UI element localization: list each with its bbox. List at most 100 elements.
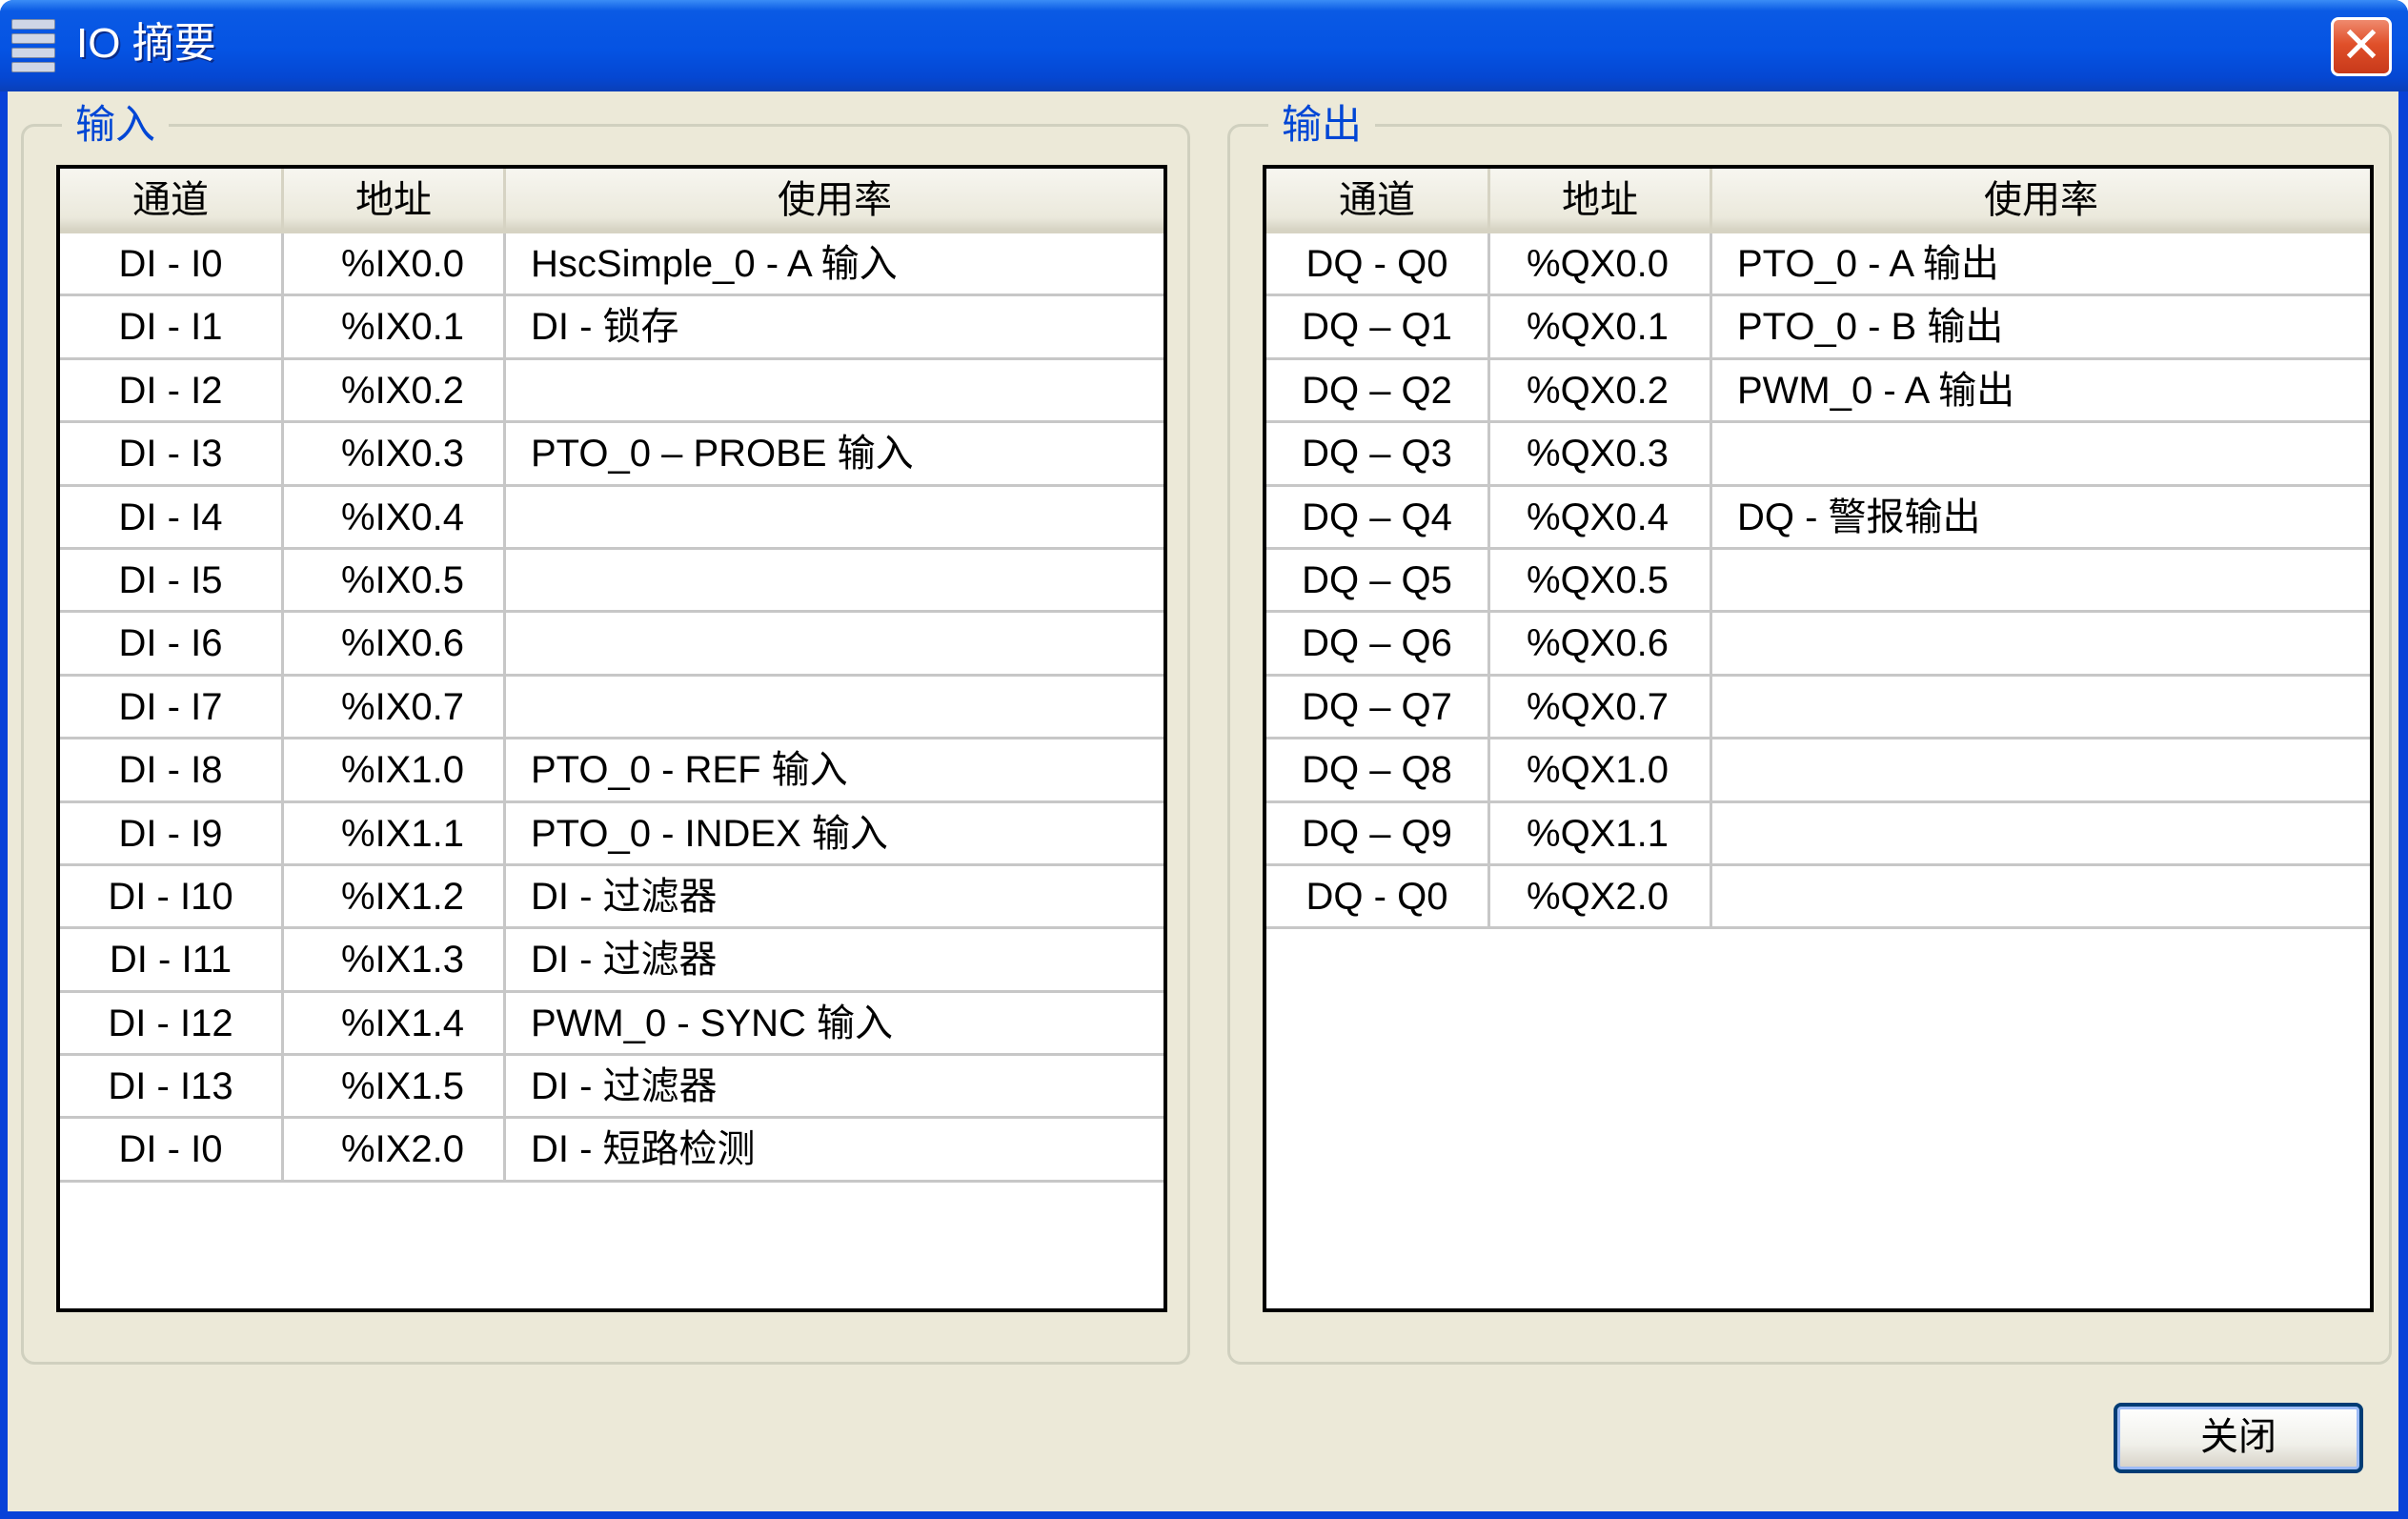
table-row[interactable]: DQ – Q8 %QX1.0 [1266,739,2370,803]
table-row[interactable]: DI - I2 %IX0.2 [60,359,1164,424]
channel-cell: DQ - Q0 [1266,233,1490,294]
table-row[interactable]: DQ – Q9 %QX1.1 [1266,802,2370,866]
address-cell: %QX2.0 [1490,865,1712,927]
outputs-group: 输出 通道 地址 使用率 DQ - Q0 %QX0.0 PTO_0 - A 输出 DQ… [1227,98,2392,1365]
usage-cell [506,487,1164,547]
usage-cell: DI - 过滤器 [531,875,718,918]
close-button[interactable]: 关闭 [2114,1403,2363,1473]
usage-cell: PTO_0 - REF 输入 [531,749,848,792]
col-usage[interactable]: 使用率 [506,169,1164,233]
table-row[interactable]: DI - I0 %IX2.0 DI - 短路检测 [60,1119,1164,1183]
address-cell: %IX0.6 [284,613,506,674]
address-cell: %IX0.1 [284,296,506,357]
inputs-table-header: 通道 地址 使用率 [60,169,1164,233]
table-row[interactable]: DI - I12 %IX1.4 PWM_0 - SYNC 输入 [60,992,1164,1057]
col-address[interactable]: 地址 [284,169,506,233]
outputs-legend: 输出 [1268,98,1376,152]
table-row[interactable]: DQ – Q3 %QX0.3 [1266,423,2370,487]
address-cell: %IX0.4 [284,486,506,547]
usage-cell: PTO_0 - B 输出 [1737,306,2004,349]
table-row[interactable]: DI - I6 %IX0.6 [60,613,1164,677]
table-row[interactable]: DI - I3 %IX0.3 PTO_0 – PROBE 输入 [60,423,1164,487]
inputs-table[interactable]: 通道 地址 使用率 DI - I0 %IX0.0 HscSimple_0 - A 输… [56,165,1167,1312]
usage-cell [1712,739,2370,800]
channel-cell: DI - I11 [60,929,284,990]
inputs-group: 输入 通道 地址 使用率 DI - I0 %IX0.0 HscSimple_0 - … [21,98,1190,1365]
address-cell: %QX0.3 [1490,423,1712,484]
address-cell: %QX1.0 [1490,739,1712,800]
channel-cell: DI - I7 [60,676,284,738]
address-cell: %IX0.3 [284,423,506,484]
channel-cell: DQ – Q9 [1266,802,1490,863]
table-row[interactable]: DI - I5 %IX0.5 [60,549,1164,614]
table-row[interactable]: DQ – Q4 %QX0.4 DQ - 警报输出 [1266,486,2370,550]
table-row[interactable]: DI - I4 %IX0.4 [60,486,1164,550]
col-channel[interactable]: 通道 [1266,169,1490,233]
usage-cell [506,360,1164,420]
table-row[interactable]: DQ - Q0 %QX2.0 [1266,865,2370,930]
table-row[interactable]: DQ – Q5 %QX0.5 [1266,549,2370,614]
channel-cell: DQ – Q3 [1266,423,1490,484]
address-cell: %IX1.1 [284,802,506,863]
channel-cell: DI - I12 [60,992,284,1054]
channel-cell: DI - I3 [60,423,284,484]
channel-cell: DI - I10 [60,865,284,927]
inputs-legend: 输入 [62,98,170,152]
address-cell: %IX1.4 [284,992,506,1054]
table-row[interactable]: DQ – Q1 %QX0.1 PTO_0 - B 输出 [1266,296,2370,360]
table-row[interactable]: DI - I11 %IX1.3 DI - 过滤器 [60,929,1164,993]
dialog-body: 输入 通道 地址 使用率 DI - I0 %IX0.0 HscSimple_0 - … [8,91,2398,1511]
address-cell: %IX0.2 [284,359,506,421]
channel-cell: DI - I9 [60,802,284,863]
usage-cell: PWM_0 - SYNC 输入 [531,1002,894,1044]
table-row[interactable]: DI - I0 %IX0.0 HscSimple_0 - A 输入 [60,233,1164,297]
usage-cell [1712,613,2370,673]
app-icon [11,19,55,72]
col-usage[interactable]: 使用率 [1712,169,2370,233]
channel-cell: DQ – Q7 [1266,676,1490,738]
address-cell: %IX0.7 [284,676,506,738]
usage-cell: DQ - 警报输出 [1737,496,1981,538]
close-icon[interactable]: ✕ [2331,17,2392,76]
address-cell: %QX0.2 [1490,359,1712,421]
usage-cell: HscSimple_0 - A 输入 [531,243,898,285]
channel-cell: DI - I2 [60,359,284,421]
table-row[interactable]: DI - I9 %IX1.1 PTO_0 - INDEX 输入 [60,802,1164,866]
table-row[interactable]: DI - I7 %IX0.7 [60,676,1164,740]
address-cell: %IX0.0 [284,233,506,294]
col-channel[interactable]: 通道 [60,169,284,233]
table-row[interactable]: DI - I10 %IX1.2 DI - 过滤器 [60,865,1164,930]
usage-cell [506,613,1164,673]
channel-cell: DQ – Q8 [1266,739,1490,800]
table-row[interactable]: DI - I13 %IX1.5 DI - 过滤器 [60,1056,1164,1120]
channel-cell: DI - I0 [60,1119,284,1180]
usage-cell: PWM_0 - A 输出 [1737,369,2015,412]
channel-cell: DI - I5 [60,549,284,611]
channel-cell: DQ – Q6 [1266,613,1490,674]
table-row[interactable]: DQ – Q7 %QX0.7 [1266,676,2370,740]
address-cell: %IX1.3 [284,929,506,990]
channel-cell: DI - I1 [60,296,284,357]
channel-cell: DI - I0 [60,233,284,294]
usage-cell: DI - 短路检测 [531,1128,756,1171]
window-title: IO 摘要 [76,20,216,67]
outputs-table[interactable]: 通道 地址 使用率 DQ - Q0 %QX0.0 PTO_0 - A 输出 DQ – … [1263,165,2374,1312]
address-cell: %IX2.0 [284,1119,506,1180]
table-row[interactable]: DQ – Q2 %QX0.2 PWM_0 - A 输出 [1266,359,2370,424]
usage-cell: DI - 过滤器 [531,1065,718,1108]
table-row[interactable]: DQ – Q6 %QX0.6 [1266,613,2370,677]
title-bar[interactable]: IO 摘要 ✕ [0,0,2408,91]
io-summary-window: IO 摘要 ✕ 输入 通道 地址 使用率 DI - I0 %IX0.0 HscSim… [0,0,2408,1519]
col-address[interactable]: 地址 [1490,169,1712,233]
table-row[interactable]: DI - I1 %IX0.1 DI - 锁存 [60,296,1164,360]
channel-cell: DQ – Q4 [1266,486,1490,547]
usage-cell [1712,423,2370,483]
table-row[interactable]: DI - I8 %IX1.0 PTO_0 - REF 输入 [60,739,1164,803]
table-row[interactable]: DQ - Q0 %QX0.0 PTO_0 - A 输出 [1266,233,2370,297]
address-cell: %IX1.2 [284,865,506,927]
usage-cell [1712,866,2370,926]
usage-cell: PTO_0 - INDEX 输入 [531,812,888,855]
usage-cell [1712,803,2370,863]
usage-cell: PTO_0 – PROBE 输入 [531,433,914,476]
channel-cell: DI - I6 [60,613,284,674]
